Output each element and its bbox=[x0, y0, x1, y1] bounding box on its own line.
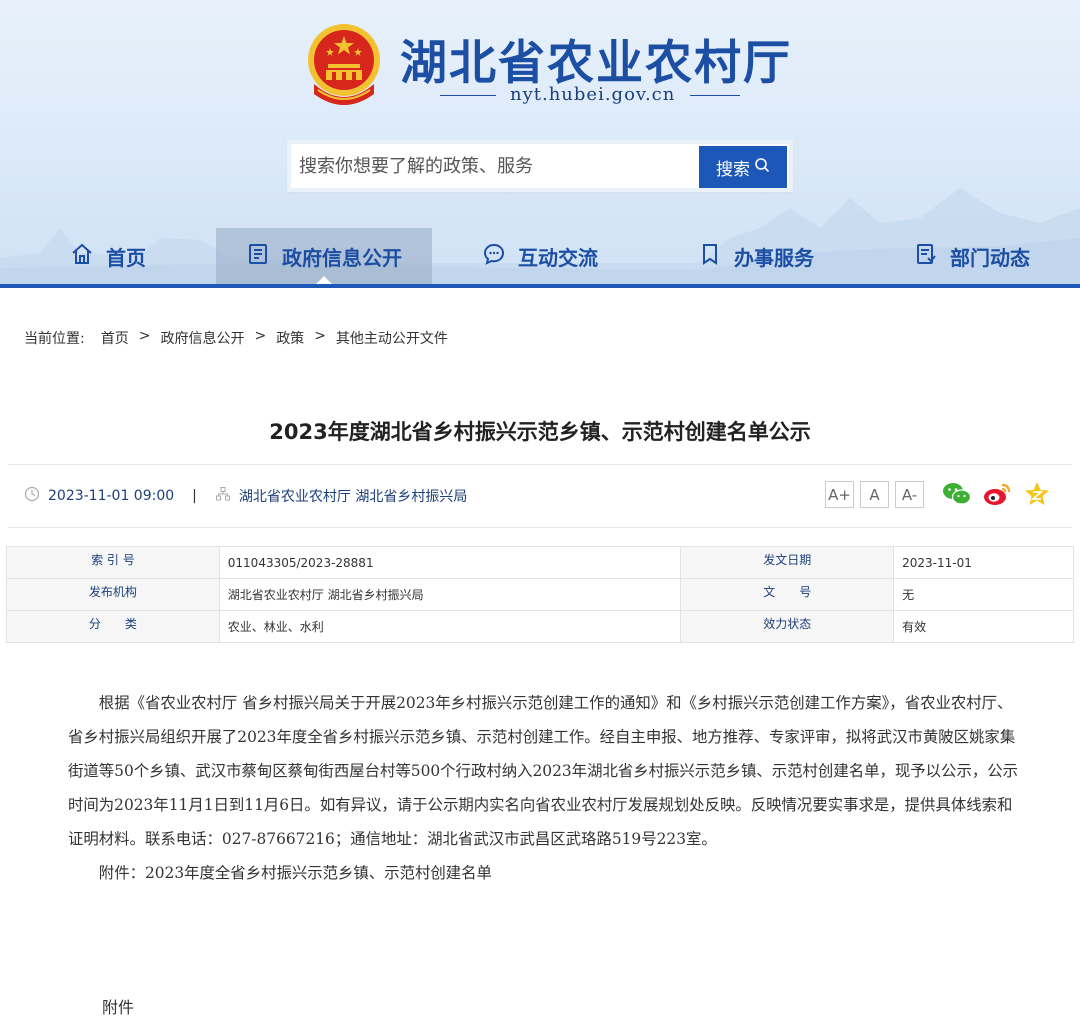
attachment-line[interactable]: 附件：2023年度全省乡村振兴示范乡镇、示范村创建名单 bbox=[68, 856, 1018, 890]
news-icon bbox=[914, 242, 938, 271]
info-key: 分 类 bbox=[6, 610, 220, 643]
article-paragraph: 根据《省农业农村厅 省乡村振兴局关于开展2023年乡村振兴示范创建工作的通知》和… bbox=[68, 694, 1019, 848]
info-key: 效力状态 bbox=[680, 610, 895, 643]
site-title[interactable]: 湖北省农业农村厅 bbox=[400, 24, 792, 93]
breadcrumb-item-policy[interactable]: 政策 bbox=[276, 328, 304, 348]
info-value: 农业、林业、水利 bbox=[218, 610, 682, 643]
info-value: 无 bbox=[893, 578, 1074, 611]
site-header: 湖北省农业农村厅 nyt.hubei.gov.cn 搜索 首页 政府信息公开 bbox=[0, 0, 1080, 288]
info-key: 文 号 bbox=[680, 578, 895, 611]
domain-right-rule bbox=[690, 95, 740, 96]
publish-datetime: 2023-11-01 09:00 bbox=[48, 488, 175, 504]
breadcrumb: 当前位置: 首页 > 政府信息公开 > 政策 > 其他主动公开文件 bbox=[24, 328, 448, 348]
nav-item-label: 办事服务 bbox=[734, 245, 814, 270]
article-meta: 2023-11-01 09:00 | 湖北省农业农村厅 湖北省乡村振兴局 bbox=[24, 486, 467, 506]
meta-divider-line bbox=[8, 527, 1072, 528]
table-row: 发布机构 湖北省农业农村厅 湖北省乡村振兴局 文 号 无 bbox=[6, 578, 1074, 611]
breadcrumb-item-home[interactable]: 首页 bbox=[101, 328, 129, 348]
nav-item-news[interactable]: 部门动态 bbox=[864, 228, 1080, 284]
nav-item-label: 政府信息公开 bbox=[282, 245, 402, 270]
title-divider bbox=[8, 464, 1072, 465]
qzone-icon[interactable] bbox=[1022, 478, 1052, 510]
article-body: 根据《省农业农村厅 省乡村振兴局关于开展2023年乡村振兴示范创建工作的通知》和… bbox=[68, 686, 1018, 890]
info-key: 发布机构 bbox=[6, 578, 220, 611]
publish-source: 湖北省农业农村厅 湖北省乡村振兴局 bbox=[238, 489, 468, 505]
weibo-icon[interactable] bbox=[982, 478, 1012, 510]
nav-item-label: 首页 bbox=[106, 245, 146, 270]
breadcrumb-separator: > bbox=[314, 328, 326, 344]
nav-item-gov-info[interactable]: 政府信息公开 bbox=[216, 228, 432, 284]
share-buttons bbox=[942, 478, 1052, 510]
search-icon bbox=[754, 157, 770, 178]
search-input[interactable] bbox=[299, 148, 699, 184]
nav-item-label: 互动交流 bbox=[518, 245, 598, 270]
nav-item-services[interactable]: 办事服务 bbox=[648, 228, 864, 284]
national-emblem-icon bbox=[304, 20, 384, 106]
breadcrumb-item-gov-info[interactable]: 政府信息公开 bbox=[160, 328, 244, 348]
font-decrease-button[interactable]: A- bbox=[895, 481, 924, 508]
breadcrumb-item-other-files[interactable]: 其他主动公开文件 bbox=[336, 328, 448, 348]
font-increase-button[interactable]: A+ bbox=[825, 481, 854, 508]
search-box: 搜索 bbox=[287, 140, 793, 192]
attachment-heading: 附件 bbox=[102, 998, 135, 1017]
wechat-icon[interactable] bbox=[942, 478, 972, 510]
info-key: 发文日期 bbox=[680, 546, 895, 579]
table-row: 分 类 农业、林业、水利 效力状态 有效 bbox=[6, 610, 1074, 643]
info-value: 011043305/2023-28881 bbox=[218, 546, 682, 579]
chat-icon bbox=[482, 242, 506, 271]
info-value: 有效 bbox=[893, 610, 1074, 643]
nav-underline bbox=[0, 284, 1080, 288]
nav-item-label: 部门动态 bbox=[950, 245, 1030, 270]
info-value: 湖北省农业农村厅 湖北省乡村振兴局 bbox=[218, 578, 682, 611]
document-info-table: 索 引 号 011043305/2023-28881 发文日期 2023-11-… bbox=[6, 546, 1074, 643]
main-nav: 首页 政府信息公开 互动交流 办事服务 部门动态 bbox=[0, 228, 1080, 284]
site-domain: nyt.hubei.gov.cn bbox=[510, 84, 676, 105]
org-icon bbox=[215, 486, 231, 506]
breadcrumb-label: 当前位置: bbox=[24, 331, 85, 347]
info-key: 索 引 号 bbox=[6, 546, 220, 579]
breadcrumb-separator: > bbox=[254, 328, 267, 344]
font-default-button[interactable]: A bbox=[860, 481, 889, 508]
meta-divider: | bbox=[192, 488, 197, 504]
font-size-controls: A+ A A- bbox=[825, 481, 924, 508]
nav-item-home[interactable]: 首页 bbox=[0, 228, 216, 284]
site-domain-row: nyt.hubei.gov.cn bbox=[440, 84, 740, 108]
search-button[interactable]: 搜索 bbox=[699, 146, 787, 188]
clock-icon bbox=[24, 486, 40, 506]
nav-item-interaction[interactable]: 互动交流 bbox=[432, 228, 648, 284]
info-value: 2023-11-01 bbox=[893, 546, 1074, 579]
breadcrumb-separator: > bbox=[138, 328, 151, 344]
article-title: 2023年度湖北省乡村振兴示范乡镇、示范村创建名单公示 bbox=[269, 420, 811, 444]
bookmark-icon bbox=[698, 242, 722, 271]
domain-left-rule bbox=[440, 95, 496, 96]
table-row: 索 引 号 011043305/2023-28881 发文日期 2023-11-… bbox=[6, 546, 1074, 579]
document-icon bbox=[246, 242, 270, 271]
home-icon bbox=[70, 242, 94, 271]
search-button-label: 搜索 bbox=[716, 159, 750, 180]
